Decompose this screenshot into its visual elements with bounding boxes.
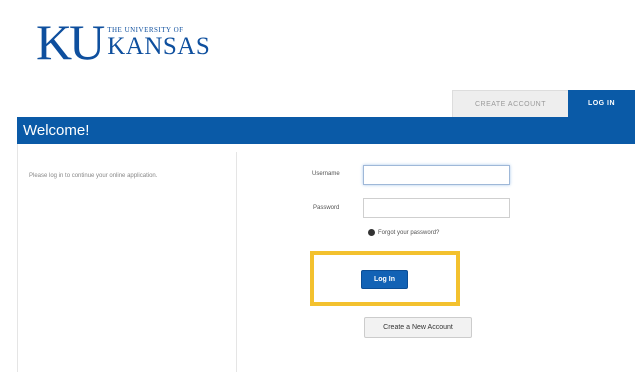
- create-account-button[interactable]: Create a New Account: [364, 317, 472, 338]
- login-button[interactable]: Log In: [361, 270, 408, 289]
- page-title: Welcome!: [17, 117, 635, 144]
- logo-wordmark: THE UNIVERSITY OF KANSAS: [107, 26, 210, 60]
- username-field[interactable]: [363, 165, 510, 185]
- logo-ku-mark: KU: [36, 14, 105, 70]
- forgot-password-label: Forgot your password?: [378, 229, 440, 236]
- intro-text: Please log in to continue your online ap…: [29, 173, 158, 179]
- logo-kansas: KANSAS: [107, 33, 211, 60]
- password-field[interactable]: [363, 198, 510, 218]
- ku-logo: KU THE UNIVERSITY OF KANSAS: [36, 14, 210, 70]
- question-circle-icon: [368, 229, 375, 236]
- password-label: Password: [313, 205, 340, 211]
- tab-create-account[interactable]: CREATE ACCOUNT: [452, 90, 568, 117]
- login-page: KU THE UNIVERSITY OF KANSAS CREATE ACCOU…: [0, 0, 635, 372]
- panel-divider: [236, 152, 237, 372]
- forgot-password-link[interactable]: Forgot your password?: [368, 229, 439, 236]
- username-label: Username: [312, 171, 340, 177]
- tab-log-in[interactable]: LOG IN: [568, 90, 635, 117]
